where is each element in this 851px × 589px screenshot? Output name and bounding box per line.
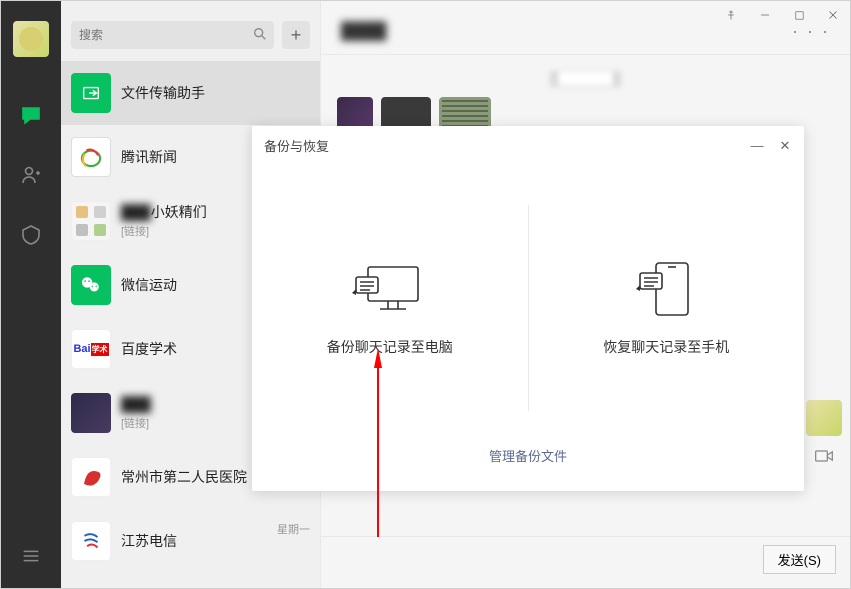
minimize-icon[interactable] xyxy=(748,1,782,29)
backup-option-label: 备份聊天记录至电脑 xyxy=(327,337,453,357)
manage-backup-link[interactable]: 管理备份文件 xyxy=(489,449,567,464)
werun-icon xyxy=(71,265,111,305)
send-button[interactable]: 发送(S) xyxy=(763,545,836,574)
telecom-icon xyxy=(71,521,111,561)
add-button[interactable]: + xyxy=(282,21,310,49)
search-icon xyxy=(252,26,268,45)
tencent-news-icon xyxy=(71,137,111,177)
baidu-scholar-icon: Bai学术 xyxy=(71,329,111,369)
chats-tab-icon[interactable] xyxy=(17,101,45,129)
phone-icon xyxy=(626,259,706,319)
left-navbar xyxy=(1,1,61,588)
favorites-tab-icon[interactable] xyxy=(17,221,45,249)
pin-icon[interactable] xyxy=(714,1,748,29)
video-call-icon[interactable] xyxy=(814,448,834,467)
contacts-tab-icon[interactable] xyxy=(17,161,45,189)
hospital-icon xyxy=(71,457,111,497)
close-icon[interactable] xyxy=(816,1,850,29)
self-avatar[interactable] xyxy=(806,400,842,436)
dialog-close-icon[interactable]: ✕ xyxy=(778,138,792,154)
group-avatar-icon xyxy=(71,201,111,241)
search-input[interactable] xyxy=(71,21,274,49)
contact-avatar xyxy=(71,393,111,433)
backup-to-pc-option[interactable]: 备份聊天记录至电脑 xyxy=(252,165,528,491)
dialog-title: 备份与恢复 xyxy=(264,136,329,155)
pc-icon xyxy=(350,259,430,319)
search-input-wrapper xyxy=(71,21,274,49)
user-avatar[interactable] xyxy=(13,21,49,57)
chat-item-telecom[interactable]: 江苏电信 星期一 xyxy=(61,509,320,573)
restore-option-label: 恢复聊天记录至手机 xyxy=(603,337,729,357)
dialog-minimize-icon[interactable]: — xyxy=(750,138,764,154)
menu-icon[interactable] xyxy=(17,542,45,570)
chat-item-file-transfer[interactable]: 文件传输助手 xyxy=(61,61,320,125)
chat-item-name: 文件传输助手 xyxy=(121,84,310,102)
backup-restore-dialog: 备份与恢复 — ✕ 备份聊天记录至电脑 xyxy=(252,126,804,491)
file-transfer-icon xyxy=(71,73,111,113)
date-badge: ███████ xyxy=(550,71,621,87)
maximize-icon[interactable] xyxy=(782,1,816,29)
chat-title: ████ xyxy=(341,23,386,41)
chat-item-time: 星期一 xyxy=(277,521,310,537)
restore-to-phone-option[interactable]: 恢复聊天记录至手机 xyxy=(529,165,805,491)
